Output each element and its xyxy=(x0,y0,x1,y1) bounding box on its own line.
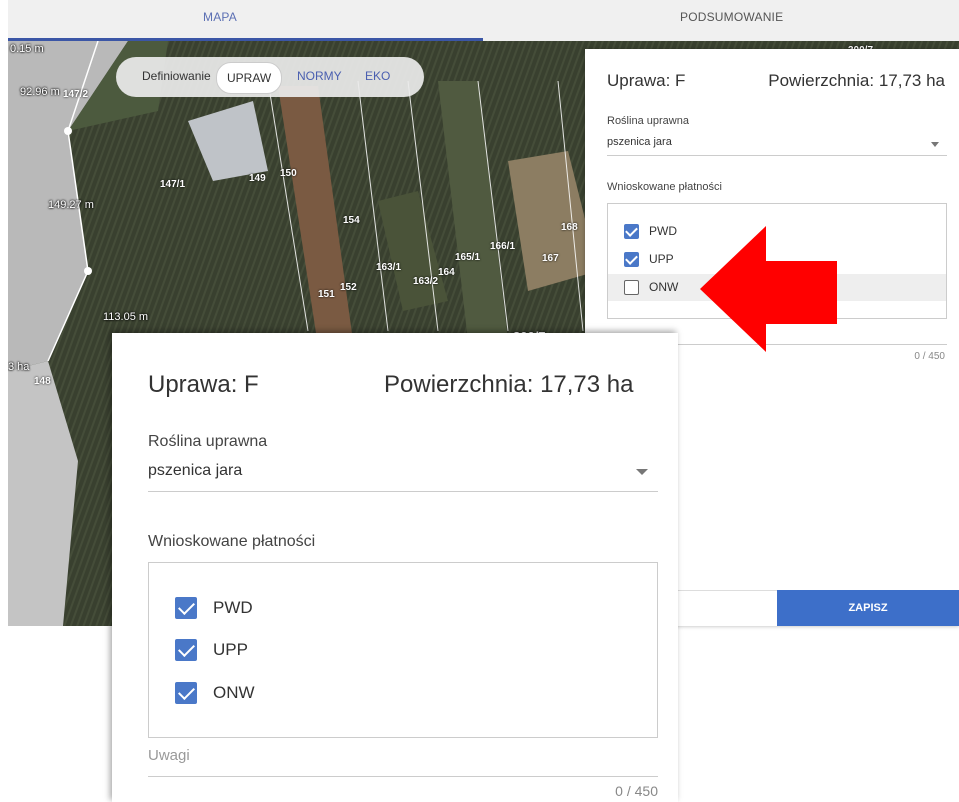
crop-title: Uprawa: F xyxy=(148,371,259,398)
crop-area: Powierzchnia: 17,73 ha xyxy=(384,371,634,398)
segment-upraw[interactable]: UPRAW xyxy=(216,62,283,94)
crop-select[interactable]: pszenica jara xyxy=(607,131,947,156)
checkbox-checked-icon xyxy=(624,224,639,239)
payments-label: Wnioskowane płatności xyxy=(148,533,316,550)
parcel-label: 147/2 xyxy=(63,89,89,100)
measurement-label: 92.96 m xyxy=(20,86,60,98)
payments-label: Wnioskowane płatności xyxy=(607,181,722,193)
save-button[interactable]: ZAPISZ xyxy=(777,590,959,626)
crop-select-value: pszenica jara xyxy=(607,136,672,148)
parcel-label: 168 xyxy=(561,222,578,233)
checkbox-checked-icon xyxy=(175,639,197,661)
payment-label: ONW xyxy=(213,683,255,702)
payment-label: ONW xyxy=(649,280,679,294)
segment-eko[interactable]: EKO xyxy=(365,69,390,83)
notes-placeholder: Uwagi xyxy=(148,747,190,764)
crop-select-label: Roślina uprawna xyxy=(148,433,268,450)
crop-select[interactable]: pszenica jara xyxy=(148,455,658,492)
crop-title: Uprawa: F xyxy=(607,71,686,90)
parcel-label: 166/1 xyxy=(490,241,516,252)
measurement-label: 149.27 m xyxy=(48,199,94,211)
parcel-label: 163/2 xyxy=(413,276,439,287)
parcel-label: 152 xyxy=(340,282,357,293)
crop-area: Powierzchnia: 17,73 ha xyxy=(768,71,945,90)
parcel-label: 164 xyxy=(438,267,455,278)
parcel-label: 151 xyxy=(318,289,335,300)
red-arrow-icon xyxy=(700,226,837,352)
parcel-label: 147/1 xyxy=(160,179,186,190)
chevron-down-icon xyxy=(931,142,939,147)
notes-counter: 0 / 450 xyxy=(914,351,945,362)
crop-details-panel-zoomed: Uprawa: F Powierzchnia: 17,73 ha Roślina… xyxy=(112,333,678,802)
tab-podsumowanie[interactable]: PODSUMOWANIE xyxy=(680,10,783,24)
checkbox-checked-icon xyxy=(624,252,639,267)
measurement-label: 113.05 m xyxy=(103,311,149,323)
checkbox-unchecked-icon xyxy=(624,280,639,295)
crop-select-value: pszenica jara xyxy=(148,462,243,479)
tab-mapa[interactable]: MAPA xyxy=(203,10,237,24)
parcel-label: 148 xyxy=(34,376,51,387)
parcel-label: 163/1 xyxy=(376,262,402,273)
payments-box: PWD UPP ONW xyxy=(148,562,658,738)
parcel-label: 167 xyxy=(542,253,559,264)
parcel-label: 149 xyxy=(249,173,266,184)
chevron-down-icon xyxy=(636,469,648,475)
crop-select-label: Roślina uprawna xyxy=(607,115,689,127)
parcel-label: 150 xyxy=(280,168,297,179)
notes-counter: 0 / 450 xyxy=(615,783,658,799)
definition-mode-switch: Definiowanie UPRAW NORMY EKO xyxy=(116,57,424,97)
top-tab-bar: MAPA PODSUMOWANIE xyxy=(8,0,959,41)
measurement-label: 3 ha xyxy=(8,361,30,373)
notes-field[interactable] xyxy=(148,776,658,777)
payment-label: PWD xyxy=(649,224,677,238)
payment-label: PWD xyxy=(213,598,253,617)
segment-normy[interactable]: NORMY xyxy=(297,69,342,83)
checkbox-checked-icon xyxy=(175,597,197,619)
checkbox-checked-icon xyxy=(175,682,197,704)
payment-label: UPP xyxy=(649,252,674,266)
segmented-label: Definiowanie xyxy=(142,69,211,83)
parcel-label: 165/1 xyxy=(455,252,481,263)
parcel-label: 154 xyxy=(343,215,360,226)
measurement-label: 0.15 m xyxy=(10,43,44,55)
payment-label: UPP xyxy=(213,640,248,659)
